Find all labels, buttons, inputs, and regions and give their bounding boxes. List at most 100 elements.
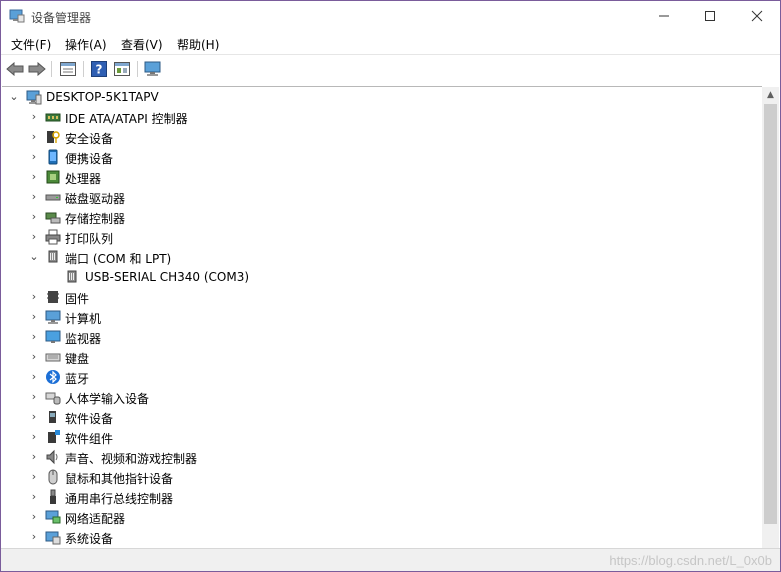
forward-button[interactable]: [27, 59, 47, 79]
menu-view[interactable]: 查看(V): [121, 36, 163, 53]
toolbar-separator: [83, 61, 84, 77]
chevron-right-icon[interactable]: ›: [29, 191, 39, 203]
printer-icon: [45, 229, 61, 245]
tree-item[interactable]: › 键盘: [2, 347, 762, 367]
tree-item[interactable]: › 系统设备: [2, 527, 762, 547]
chevron-right-icon[interactable]: ›: [29, 131, 39, 143]
update-driver-icon: [114, 62, 130, 76]
menu-file[interactable]: 文件(F): [11, 36, 51, 53]
hid-icon: [45, 389, 61, 405]
chevron-right-icon[interactable]: ›: [29, 111, 39, 123]
tree-item[interactable]: › 声音、视频和游戏控制器: [2, 447, 762, 467]
properties-button[interactable]: [58, 59, 78, 79]
tree-item[interactable]: › IDE ATA/ATAPI 控制器: [2, 107, 762, 127]
tree-item[interactable]: › 处理器: [2, 167, 762, 187]
tree-item[interactable]: ⌄ 端口 (COM 和 LPT): [2, 247, 762, 267]
tree-item[interactable]: › 通用串行总线控制器: [2, 487, 762, 507]
chevron-right-icon[interactable]: ›: [29, 451, 39, 463]
tree-item-label: 人体学输入设备: [65, 392, 150, 406]
chevron-right-icon[interactable]: ›: [29, 371, 39, 383]
tree-item[interactable]: › 打印队列: [2, 227, 762, 247]
scan-hardware-button[interactable]: [143, 59, 163, 79]
close-button[interactable]: [734, 1, 780, 31]
tree-item[interactable]: › 鼠标和其他指针设备: [2, 467, 762, 487]
tree-item[interactable]: › 便携设备: [2, 147, 762, 167]
tree-item[interactable]: › 人体学输入设备: [2, 387, 762, 407]
tree-item[interactable]: › 安全设备: [2, 127, 762, 147]
status-bar: https://blog.csdn.net/L_0x0b: [1, 548, 780, 571]
system-icon: [45, 529, 61, 545]
tree-item-label: 端口 (COM 和 LPT): [65, 252, 172, 266]
device-manager-window: 设备管理器 文件(F) 操作(A) 查看(V) 帮助(H) ? ⌄ DESKTO…: [0, 0, 781, 572]
tree-item-label: 网络适配器: [65, 512, 126, 526]
tree-item[interactable]: › 软件设备: [2, 407, 762, 427]
disk-icon: [45, 189, 61, 205]
window-title: 设备管理器: [31, 11, 92, 25]
device-tree[interactable]: ⌄ DESKTOP-5K1TAPV › IDE ATA/ATAPI 控制器 › 安全设备 ›…: [2, 86, 762, 549]
chevron-right-icon[interactable]: ›: [29, 391, 39, 403]
chevron-right-icon[interactable]: ›: [29, 231, 39, 243]
toolbar: ?: [1, 54, 780, 82]
root-icon: [26, 89, 42, 105]
chevron-right-icon[interactable]: ›: [29, 151, 39, 163]
scroll-up-arrow-icon[interactable]: ▲: [762, 87, 779, 103]
software-device-icon: [45, 409, 61, 425]
tree-item[interactable]: › 计算机: [2, 307, 762, 327]
menu-bar: 文件(F) 操作(A) 查看(V) 帮助(H): [1, 32, 780, 54]
network-icon: [45, 509, 61, 525]
tree-item[interactable]: › 监视器: [2, 327, 762, 347]
keyboard-icon: [45, 349, 61, 365]
tree-item[interactable]: › 网络适配器: [2, 507, 762, 527]
chevron-right-icon[interactable]: ›: [29, 171, 39, 183]
tree-child-item[interactable]: USB-SERIAL CH340 (COM3): [2, 267, 762, 287]
tree-item-label: 鼠标和其他指针设备: [65, 472, 174, 486]
title-bar[interactable]: 设备管理器: [1, 1, 780, 31]
chevron-right-icon[interactable]: ›: [29, 331, 39, 343]
chevron-right-icon[interactable]: ›: [29, 491, 39, 503]
minimize-button[interactable]: [641, 1, 687, 31]
update-driver-button[interactable]: [112, 59, 132, 79]
tree-item[interactable]: › 软件组件: [2, 427, 762, 447]
chevron-right-icon[interactable]: ›: [29, 311, 39, 323]
tree-item-label: 打印队列: [65, 232, 114, 246]
tree-root[interactable]: ⌄ DESKTOP-5K1TAPV: [2, 87, 762, 107]
chevron-right-icon[interactable]: ›: [29, 471, 39, 483]
close-icon: [751, 10, 763, 22]
cpu-icon: [45, 169, 61, 185]
chevron-down-icon[interactable]: ⌄: [9, 91, 19, 103]
tree-item-label: 通用串行总线控制器: [65, 492, 174, 506]
maximize-icon: [705, 11, 715, 21]
chevron-right-icon[interactable]: ›: [29, 211, 39, 223]
scroll-thumb[interactable]: [764, 104, 777, 524]
scan-hardware-icon: [144, 61, 161, 76]
tree-item[interactable]: › 磁盘驱动器: [2, 187, 762, 207]
menu-help[interactable]: 帮助(H): [177, 36, 219, 53]
tree-item-label: 软件设备: [65, 412, 114, 426]
chevron-right-icon[interactable]: ›: [29, 531, 39, 543]
back-button[interactable]: [5, 59, 25, 79]
menu-action[interactable]: 操作(A): [65, 36, 107, 53]
maximize-button[interactable]: [687, 1, 733, 31]
tree-item[interactable]: › 蓝牙: [2, 367, 762, 387]
tree-item-label: 软件组件: [65, 432, 114, 446]
chevron-right-icon[interactable]: ›: [29, 291, 39, 303]
security-icon: [45, 129, 61, 145]
chevron-right-icon[interactable]: ›: [29, 411, 39, 423]
mouse-icon: [45, 469, 61, 485]
chevron-down-icon[interactable]: ⌄: [29, 251, 39, 263]
tree-item[interactable]: › 固件: [2, 287, 762, 307]
forward-arrow-icon: [28, 62, 46, 76]
device-manager-icon: [9, 9, 25, 23]
chevron-right-icon[interactable]: ›: [29, 351, 39, 363]
tree-item[interactable]: › 存储控制器: [2, 207, 762, 227]
tree-item-label: 声音、视频和游戏控制器: [65, 452, 198, 466]
help-button[interactable]: ?: [89, 59, 109, 79]
tree-item-label: 处理器: [65, 172, 102, 186]
chevron-right-icon[interactable]: ›: [29, 511, 39, 523]
tree-item-label: 监视器: [65, 332, 102, 346]
chevron-right-icon[interactable]: ›: [29, 431, 39, 443]
vertical-scrollbar[interactable]: ▲: [762, 87, 779, 548]
usb-icon: [45, 489, 61, 505]
port-icon: [45, 249, 61, 265]
toolbar-separator: [51, 61, 52, 77]
